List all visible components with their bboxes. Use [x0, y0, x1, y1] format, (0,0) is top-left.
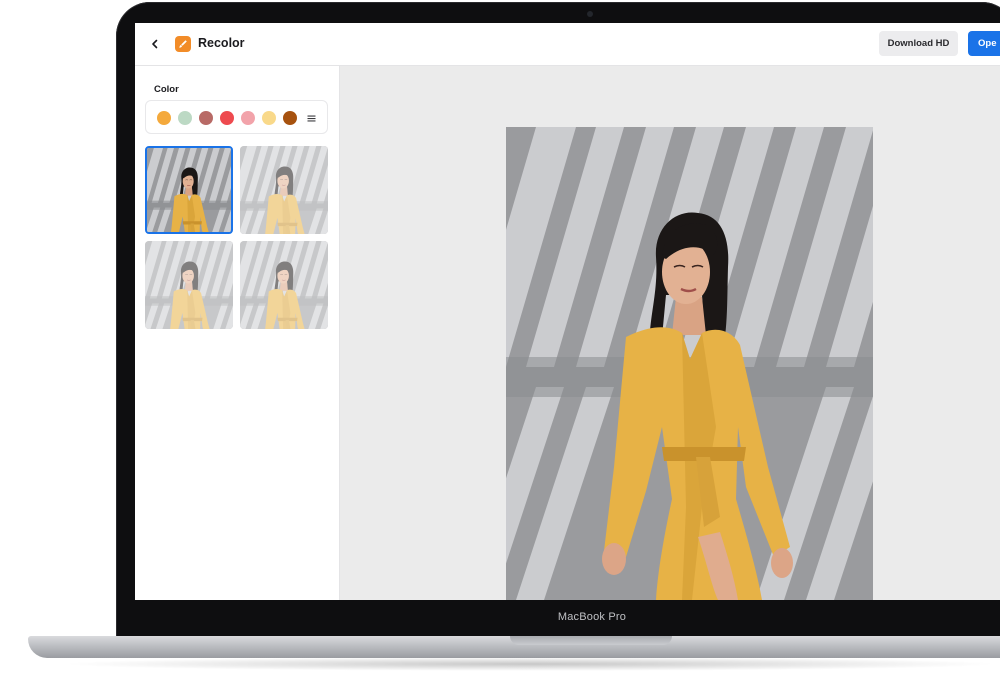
color-swatch-red[interactable]: [220, 111, 234, 125]
thumbnail-photo: [240, 146, 328, 234]
color-swatch-orange[interactable]: [157, 111, 171, 125]
sidebar: Color: [135, 66, 340, 600]
laptop-shadow: [60, 657, 1000, 671]
back-button[interactable]: [145, 34, 165, 54]
recolor-thumbnail-1[interactable]: [145, 146, 233, 234]
recolor-thumbnail-2[interactable]: [240, 146, 328, 234]
app-title: Recolor: [198, 36, 245, 50]
color-swatch-pink[interactable]: [241, 111, 255, 125]
portrait-image: [506, 127, 873, 600]
canvas-area: [340, 66, 1000, 600]
recolor-thumbnail-3[interactable]: [145, 241, 233, 329]
chevron-left-icon: [152, 39, 158, 49]
device-mockup: Recolor Download HD Ope Color MacBook Pr…: [0, 0, 1000, 683]
thumbnail-photo: [147, 148, 231, 232]
color-section-label: Color: [154, 84, 179, 95]
thumbnail-photo: [145, 241, 233, 329]
menu-lines-icon: [307, 115, 315, 121]
top-bar: Recolor Download HD Ope: [135, 23, 1000, 66]
color-swatch-light-yellow[interactable]: [262, 111, 276, 125]
app-screen: Recolor Download HD Ope Color: [135, 23, 1000, 600]
recolor-thumbnail-4[interactable]: [240, 241, 328, 329]
color-swatch-mint[interactable]: [178, 111, 192, 125]
color-swatch-row: [145, 100, 328, 134]
laptop-base-notch: [510, 636, 672, 645]
webcam-icon: [587, 11, 593, 17]
paint-brush-icon: [175, 36, 191, 52]
device-label: MacBook Pro: [557, 611, 627, 623]
open-button[interactable]: Ope: [968, 31, 1000, 56]
color-swatch-brown[interactable]: [283, 111, 297, 125]
more-colors-button[interactable]: [304, 111, 318, 125]
main-photo[interactable]: [506, 127, 873, 600]
color-swatch-rose-brown[interactable]: [199, 111, 213, 125]
download-hd-button[interactable]: Download HD: [879, 31, 958, 56]
thumbnail-photo: [240, 241, 328, 329]
